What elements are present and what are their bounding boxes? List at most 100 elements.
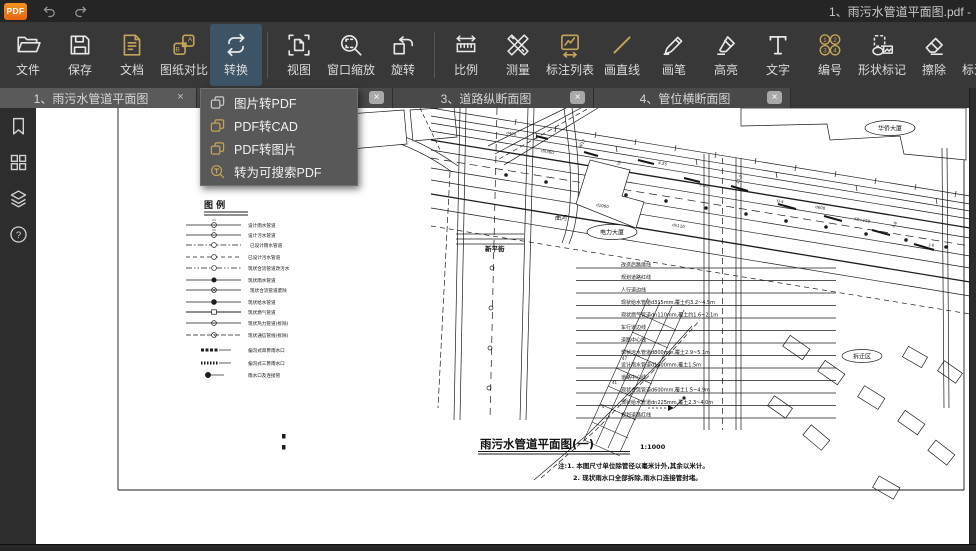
legend-label: 偏沟式三箅雨水口 xyxy=(248,360,285,367)
tool-measure[interactable]: 测量 xyxy=(492,24,544,86)
tab-close-button[interactable]: × xyxy=(570,91,585,104)
tool-label: 画直线 xyxy=(604,61,640,78)
tool-annotation-settings[interactable]: 标注设置 xyxy=(960,24,976,86)
tool-label: 图纸对比 xyxy=(160,61,208,78)
line-icon xyxy=(609,32,635,58)
bookmark-icon xyxy=(8,116,29,137)
tool-annotation-list[interactable]: 标注列表 xyxy=(544,24,596,86)
tool-file[interactable]: 文件 xyxy=(2,24,54,86)
tool-label: 编号 xyxy=(818,61,842,78)
road-label: 规划道路红线 xyxy=(621,412,651,419)
legend-label: 已设计污水管道 xyxy=(248,254,281,261)
scatter-label: J-6 xyxy=(928,242,935,248)
tool-drawing-compare[interactable]: 图纸对比 xyxy=(158,24,210,86)
drawing-canvas[interactable]: 图 例 设计雨水管道 设计污水管道 已设计雨水管道 已设计污水管道 现状合流管道… xyxy=(36,108,970,544)
menu-item-pdf-to-image[interactable]: PDF转图片 xyxy=(201,137,357,160)
legend-label: 现状合流管道废除 xyxy=(250,287,287,294)
tool-document[interactable]: 文档 xyxy=(106,24,158,86)
pdf-to-cad-icon xyxy=(210,118,225,133)
scatter-label: 47 xyxy=(622,356,628,361)
tool-erase[interactable]: 擦除 xyxy=(908,24,960,86)
scatter-label: 2.8 xyxy=(891,220,899,228)
redo-button[interactable] xyxy=(72,3,89,20)
scatter-label: dn300 xyxy=(541,148,555,155)
road-label: 道路中心线 xyxy=(621,337,646,344)
tool-shape-mark[interactable]: 形状标记 xyxy=(856,24,908,86)
save-icon xyxy=(67,32,93,58)
tool-label: 转换 xyxy=(224,61,248,78)
road-label: 人行道边线 xyxy=(621,287,646,294)
number-icon xyxy=(817,32,843,58)
document-tab-4[interactable]: 4、管位横断面图 × xyxy=(594,88,791,108)
legend-label: 现状热力管道(拆除) xyxy=(248,320,289,327)
tool-text[interactable]: 文字 xyxy=(752,24,804,86)
annotation-list-icon xyxy=(557,32,583,58)
convert-icon xyxy=(223,32,249,58)
tool-label: 视图 xyxy=(287,61,311,78)
street-name-label: 新平街 xyxy=(485,244,505,253)
tool-window-zoom[interactable]: 窗口缩放 xyxy=(325,24,377,86)
menu-item-image-to-pdf[interactable]: 图片转PDF xyxy=(201,91,357,114)
sidebar-thumbnails-button[interactable] xyxy=(8,152,29,173)
menu-item-label: 图片转PDF xyxy=(234,93,297,112)
searchable-pdf-icon xyxy=(210,164,225,179)
sheet-scale: 1:1000 xyxy=(640,443,666,451)
legend-label: 设计雨水管道 xyxy=(248,222,276,229)
folder-icon xyxy=(15,32,41,58)
legend-label: 设计污水管道 xyxy=(248,232,276,239)
road-label: 现状燃气管道dn110mm,覆土约1.6~2.1m xyxy=(621,312,718,319)
tool-label: 测量 xyxy=(506,61,530,78)
undo-button[interactable] xyxy=(41,3,58,20)
tab-close-button[interactable]: × xyxy=(173,91,188,104)
legend-label: 已设计雨水管道 xyxy=(250,242,283,249)
scatter-label: 41 xyxy=(612,380,618,385)
tool-convert[interactable]: 转换 xyxy=(210,24,262,86)
road-label: 规划道路红线 xyxy=(621,274,651,281)
rotate-icon xyxy=(390,32,416,58)
menu-item-pdf-to-cad[interactable]: PDF转CAD xyxy=(201,114,357,137)
document-icon xyxy=(119,32,145,58)
tool-label: 窗口缩放 xyxy=(327,61,375,78)
tool-scale[interactable]: 比例 xyxy=(440,24,492,86)
scatter-label: K0+120 xyxy=(854,216,871,224)
document-tab-3[interactable]: 3、道路纵断面图 × xyxy=(393,88,594,108)
tool-save[interactable]: 保存 xyxy=(54,24,106,86)
tab-label: 3、道路纵断面图 xyxy=(431,90,556,107)
tool-draw-line[interactable]: 画直线 xyxy=(596,24,648,86)
tool-label: 文件 xyxy=(16,61,40,78)
tool-pen[interactable]: 画笔 xyxy=(648,24,700,86)
tool-label: 形状标记 xyxy=(858,61,906,78)
document-tabbar: 1、雨污水管道平面图 × × 3、道路纵断面图 × 4、管位横断面图 × xyxy=(0,88,970,108)
tab-close-button[interactable]: × xyxy=(369,91,384,104)
sidebar-bookmark-button[interactable] xyxy=(8,116,29,137)
compare-icon xyxy=(171,32,197,58)
sidebar-layers-button[interactable] xyxy=(8,188,29,209)
tab-close-button[interactable]: × xyxy=(767,91,782,104)
tool-number[interactable]: 编号 xyxy=(804,24,856,86)
tool-label: 文字 xyxy=(766,61,790,78)
sheet-note: 注:1. 本图尺寸单位除管径以毫米计外,其余以米计。 xyxy=(558,461,709,470)
scatter-label: 3.60 xyxy=(699,182,709,189)
left-sidebar xyxy=(0,108,36,544)
tool-rotate[interactable]: 旋转 xyxy=(377,24,429,86)
tab-label: 1、雨污水管道平面图 xyxy=(24,90,173,107)
tool-label: 画笔 xyxy=(662,61,686,78)
legend-label: 偏沟式单箅雨水口 xyxy=(248,347,285,354)
pdf-to-image-icon xyxy=(210,141,225,156)
tool-label: 高亮 xyxy=(714,61,738,78)
scatter-label: 4.25 xyxy=(658,160,668,167)
tool-view[interactable]: 视图 xyxy=(273,24,325,86)
window-titlebar: PDF 1、雨污水管道平面图.pdf - xyxy=(0,0,976,22)
menu-item-searchable-pdf[interactable]: 转为可搜索PDF xyxy=(201,160,357,183)
legend-title: 图 例 xyxy=(204,199,225,211)
vertical-scrollbar[interactable] xyxy=(969,88,976,551)
scatter-label: YJ-4 xyxy=(775,198,785,204)
layers-icon xyxy=(8,188,29,209)
legend-label: 雨水口及连接管 xyxy=(248,372,281,379)
tool-highlight[interactable]: 高亮 xyxy=(700,24,752,86)
legend-label: 现状雨水管道 xyxy=(248,277,276,284)
sidebar-help-button[interactable] xyxy=(8,224,29,245)
document-tab-1[interactable]: 1、雨污水管道平面图 × xyxy=(0,88,197,108)
help-icon xyxy=(8,224,29,245)
tool-label: 擦除 xyxy=(922,61,946,78)
